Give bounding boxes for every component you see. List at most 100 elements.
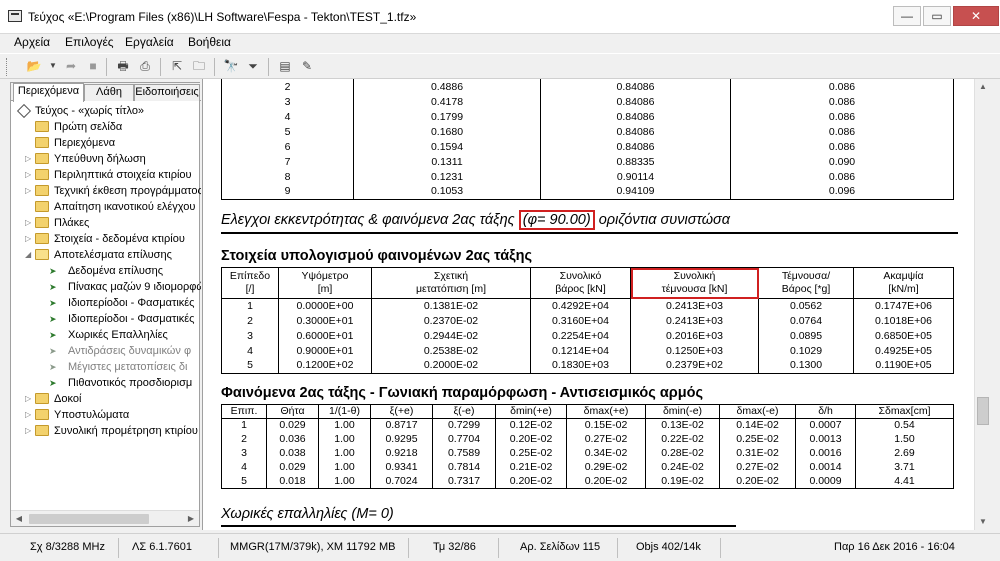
tree-item[interactable]: ➤ Πίνακας μαζών 9 ιδιομορφών [11, 279, 201, 295]
menu-help[interactable]: Βοήθεια [188, 35, 231, 49]
table-cell: 0.029 [266, 460, 319, 475]
tree-item[interactable]: ▷ Στοιχεία - δεδομένα κτιρίου [11, 231, 201, 247]
scroll-right-icon[interactable]: ▶ [183, 511, 199, 527]
menu-tools[interactable]: Εργαλεία [125, 35, 174, 49]
expand-arrow-icon[interactable]: ▷ [25, 183, 33, 199]
scroll-thumb[interactable] [977, 397, 989, 425]
print-icon[interactable]: 🖶 [114, 58, 132, 74]
minimize-button[interactable]: — [893, 6, 921, 26]
scroll-left-icon[interactable]: ◀ [11, 511, 27, 527]
folder-icon[interactable]: 🗀 [190, 58, 208, 74]
first-page-icon[interactable]: ⇱ [168, 58, 186, 74]
toolbar-separator [106, 58, 107, 76]
tab-notifications[interactable]: Ειδοποιήσεις [134, 84, 200, 101]
tree-item-label: Πίνακας μαζών 9 ιδιομορφών [68, 281, 201, 293]
scroll-down-icon[interactable]: ▼ [975, 514, 991, 530]
menu-options[interactable]: Επιλογές [65, 35, 114, 49]
tree-item[interactable]: ▷ Τεχνική έκθεση προγράμματος [11, 183, 201, 199]
document-view: 2 0.4886 0.84086 0.086 3 0.4178 0.84086 0.086 4 0… [202, 79, 991, 530]
section-title-suffix: οριζόντια συνιστώσα [598, 212, 731, 228]
tree-item[interactable]: ➤ Μέγιστες μετατοπίσεις δι [11, 359, 201, 375]
title-bar: Τεύχος «E:\Program Files (x86)\LH Softwa… [0, 0, 1000, 34]
folder-icon [35, 233, 49, 244]
column-header: Συνολική τέμνουσα [kN] [630, 267, 759, 299]
tree-item[interactable]: ➤ Δεδομένα επίλυσης [11, 263, 201, 279]
scroll-thumb[interactable] [29, 514, 149, 524]
left-horizontal-scrollbar[interactable]: ◀ ▶ [11, 510, 199, 526]
status-cpu: Σχ 8/3288 MHz [30, 541, 105, 553]
table-cell: 0.1594 [353, 139, 541, 154]
tools-page-icon[interactable]: ✎ [298, 58, 316, 74]
close-button[interactable]: ✕ [953, 6, 999, 26]
table-row: 2 0.3000E+01 0.2370E-02 0.3160E+04 0.2413E+0… [221, 313, 954, 329]
expand-arrow-icon[interactable]: ▷ [25, 151, 33, 167]
contents-tree: Τεύχος - «χωρίς τίτλο» Πρώτη σελίδα Περιεχ… [11, 103, 201, 511]
green-arrow-icon: ➤ [49, 266, 57, 276]
expand-arrow-icon[interactable]: ▷ [25, 167, 33, 183]
expand-arrow-icon[interactable]: ▷ [25, 423, 33, 439]
tree-item[interactable]: ▷ Δοκοί [11, 391, 201, 407]
export-icon[interactable]: ➦ [62, 58, 80, 74]
toolbar-grip[interactable] [6, 58, 9, 76]
tab-errors[interactable]: Λάθη [84, 84, 134, 101]
maximize-button[interactable]: ▭ [923, 6, 951, 26]
table-cell: 0.29E-02 [566, 460, 646, 475]
tree-item[interactable]: ▷ Πλάκες [11, 215, 201, 231]
tree-item[interactable]: ◢ Αποτελέσματα επίλυσης [11, 247, 201, 263]
table-row: 3 0.4178 0.84086 0.086 [221, 94, 954, 109]
filter-icon[interactable]: ⏷ [244, 58, 262, 74]
document-vertical-scrollbar[interactable]: ▲ ▼ [974, 79, 991, 530]
table-cell: 0.84086 [540, 94, 731, 109]
tab-contents[interactable]: Περιεχόμενα [13, 83, 84, 102]
section-underline [221, 232, 958, 234]
tree-item[interactable]: Απαίτηση ικανοτικού ελέγχου [11, 199, 201, 215]
tree-item[interactable]: ▷ Υπεύθυνη δήλωση [11, 151, 201, 167]
table-cell: 0.84086 [540, 79, 731, 94]
table-cell: 0.0007 [795, 418, 856, 433]
green-arrow-icon: ➤ [49, 330, 57, 340]
table-cell: 0.7317 [432, 474, 496, 489]
tree-item[interactable]: ➤ Χωρικές Επαλληλίες [11, 327, 201, 343]
status-separator [118, 538, 119, 558]
table-row: 4 0.029 1.00 0.9341 0.7814 0.21E-02 0.29E-02 0.… [221, 460, 954, 475]
table-cell: 4 [221, 109, 354, 124]
table-cell: 0.2016E+03 [630, 328, 759, 344]
left-panel: Περιεχόμενα Λάθη Ειδοποιήσεις Τεύχος - «… [10, 82, 201, 527]
tree-item[interactable]: ▷ Υποστυλώματα [11, 407, 201, 423]
angular-deformation-title: Φαινόμενα 2ας τάξης - Γωνιακή παραμόρφωσ… [221, 385, 704, 401]
tree-item[interactable]: Τεύχος - «χωρίς τίτλο» [11, 103, 201, 119]
collapse-arrow-icon[interactable]: ◢ [25, 247, 33, 263]
save-icon[interactable]: ■ [84, 58, 102, 74]
table-cell: 0.086 [730, 139, 954, 154]
expand-arrow-icon[interactable]: ▷ [25, 407, 33, 423]
table-cell: 0.1231 [353, 169, 541, 184]
open-folder-icon[interactable]: 📂 [25, 58, 43, 74]
table-cell: 0.14E-02 [719, 418, 796, 433]
menu-files[interactable]: Αρχεία [14, 35, 50, 49]
table-row: 2 0.036 1.00 0.9295 0.7704 0.20E-02 0.27E-02 0.… [221, 432, 954, 447]
print-preview-icon[interactable]: ⎙ [136, 58, 154, 74]
find-icon[interactable]: 🔭 [222, 58, 240, 74]
folder-icon [35, 169, 49, 180]
tree-item[interactable]: ➤ Αντιδράσεις δυναμικών φ [11, 343, 201, 359]
slab-folder-icon [35, 217, 49, 228]
settings-page-icon[interactable]: ▤ [276, 58, 294, 74]
expand-arrow-icon[interactable]: ▷ [25, 391, 33, 407]
expand-arrow-icon[interactable]: ▷ [25, 231, 33, 247]
scroll-up-icon[interactable]: ▲ [975, 79, 991, 95]
tree-item[interactable]: ➤ Ιδιοπερίοδοι - Φασματικές [11, 295, 201, 311]
table-cell: 0.12E-02 [495, 418, 567, 433]
tree-item[interactable]: ▷ Συνολική προμέτρηση κτιρίου [11, 423, 201, 439]
tree-item[interactable]: ➤ Ιδιοπερίοδοι - Φασματικές [11, 311, 201, 327]
column-header: ξ(+e) [370, 404, 433, 419]
table-cell: 0.4292E+04 [530, 298, 631, 314]
expand-arrow-icon[interactable]: ▷ [25, 215, 33, 231]
tree-item[interactable]: ▷ Περιληπτικά στοιχεία κτιρίου [11, 167, 201, 183]
table-cell: 1 [221, 298, 279, 314]
dropdown-arrow-icon[interactable]: ▼ [44, 58, 62, 74]
table-cell: 2 [221, 432, 267, 447]
table-cell: 0.20E-02 [495, 432, 567, 447]
tree-item[interactable]: Περιεχόμενα [11, 135, 201, 151]
tree-item[interactable]: Πρώτη σελίδα [11, 119, 201, 135]
tree-item[interactable]: ➤ Πιθανοτικός προσδιορισμ [11, 375, 201, 391]
